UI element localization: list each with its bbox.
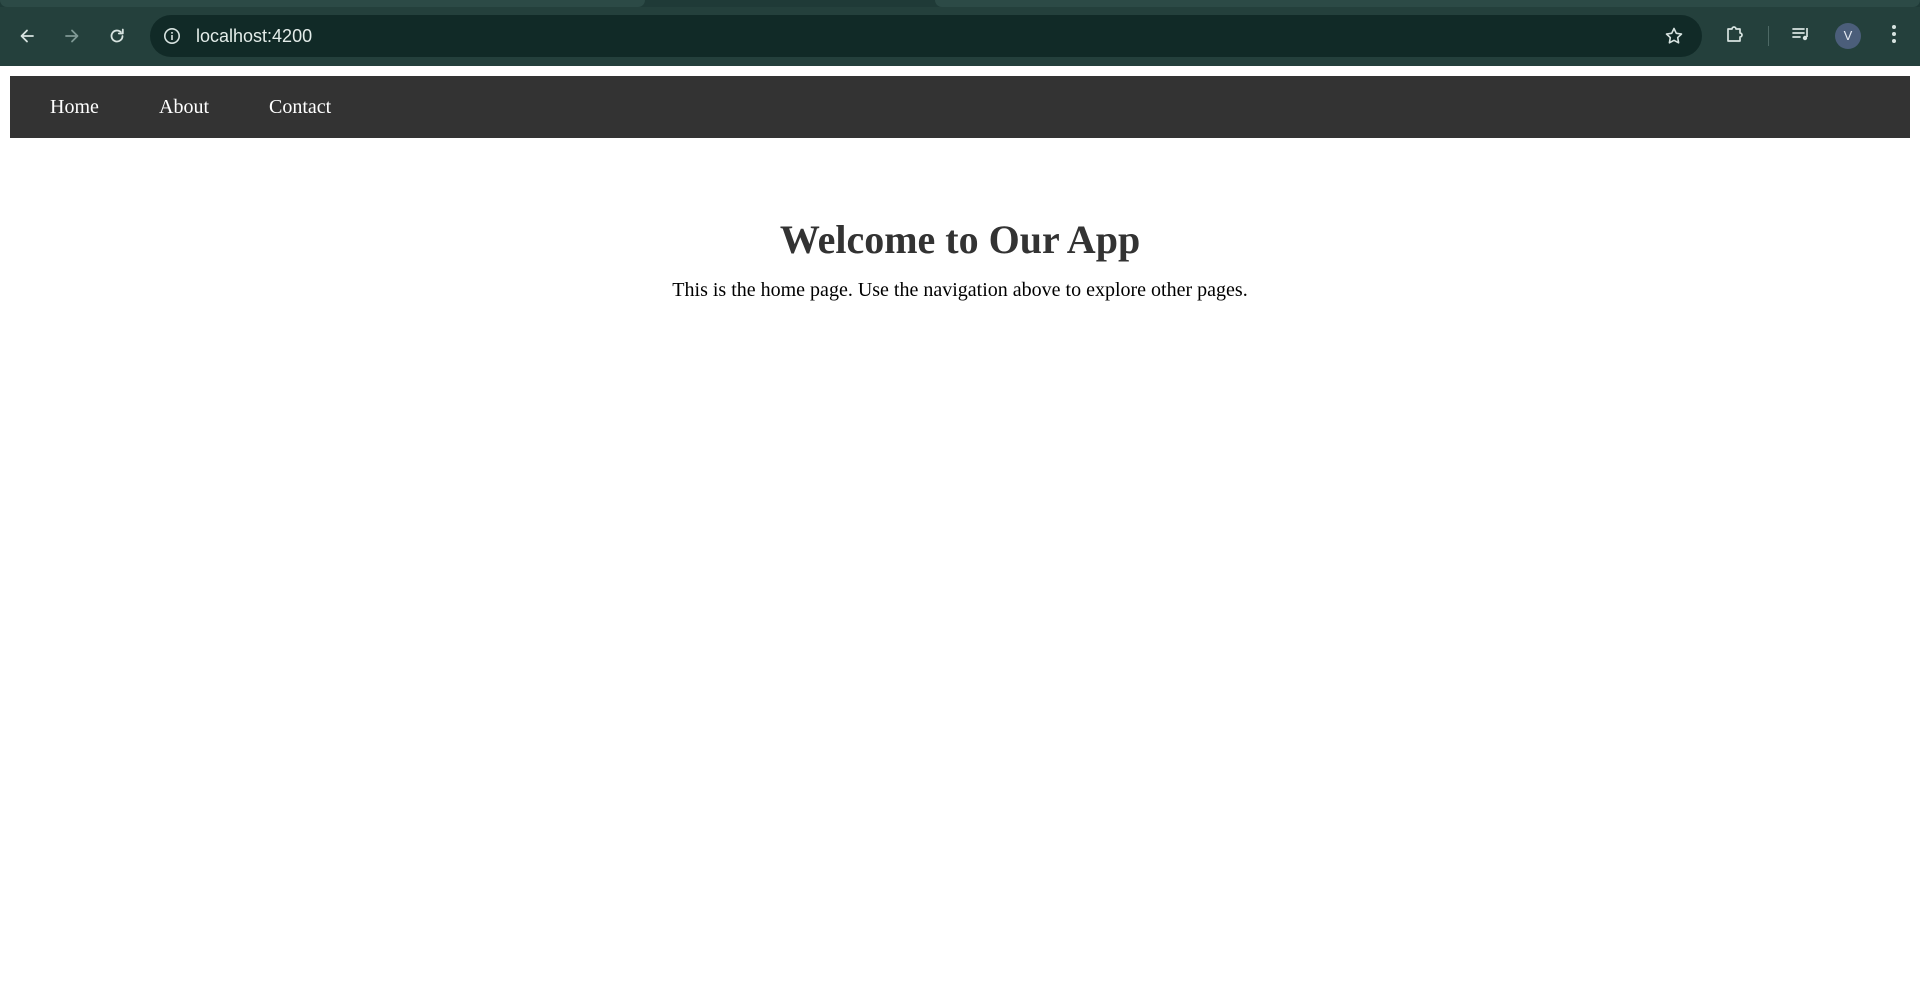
browser-toolbar: localhost:4200 V: [0, 7, 1920, 66]
browser-tab[interactable]: [0, 0, 645, 7]
reload-icon: [107, 26, 127, 46]
page-content: Home About Contact Welcome to Our App Th…: [0, 66, 1920, 992]
kebab-menu-icon: [1891, 24, 1897, 49]
address-bar[interactable]: localhost:4200: [150, 15, 1702, 57]
url-text[interactable]: localhost:4200: [196, 15, 312, 57]
arrow-left-icon: [17, 26, 37, 46]
back-button[interactable]: [10, 19, 44, 53]
tab-strip: [0, 0, 1920, 7]
arrow-right-icon: [62, 26, 82, 46]
extensions-button[interactable]: [1720, 21, 1750, 51]
page-description: This is the home page. Use the navigatio…: [672, 279, 1248, 301]
browser-tab[interactable]: [935, 0, 1920, 7]
nav-link-home[interactable]: Home: [50, 76, 99, 138]
nav-link-about[interactable]: About: [159, 76, 209, 138]
browser-menu-button[interactable]: [1879, 21, 1909, 51]
star-icon[interactable]: [1662, 24, 1686, 48]
toolbar-divider: [1768, 26, 1769, 46]
puzzle-icon: [1724, 23, 1746, 50]
top-navbar: Home About Contact: [10, 76, 1910, 138]
browser-chrome: localhost:4200 V: [0, 0, 1920, 66]
home-section: Welcome to Our App This is the home page…: [0, 216, 1920, 302]
forward-button[interactable]: [55, 19, 89, 53]
info-icon[interactable]: [160, 24, 184, 48]
page-title: Welcome to Our App: [779, 217, 1141, 262]
reload-button[interactable]: [100, 19, 134, 53]
media-queue-icon: [1790, 23, 1812, 50]
media-button[interactable]: [1786, 21, 1816, 51]
nav-link-contact[interactable]: Contact: [269, 76, 331, 138]
profile-avatar[interactable]: V: [1835, 23, 1861, 49]
